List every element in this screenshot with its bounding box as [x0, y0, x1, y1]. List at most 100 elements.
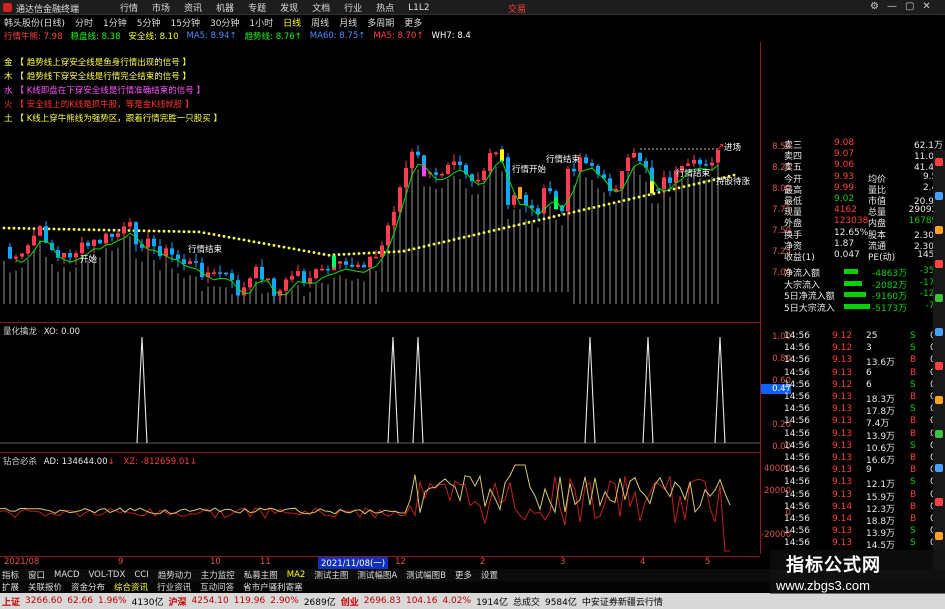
- sidebar-tool-icon[interactable]: [935, 294, 943, 302]
- extension-tab[interactable]: 综合资讯: [114, 581, 148, 593]
- indicator-tab[interactable]: CCI: [134, 570, 148, 580]
- candle-body: [218, 272, 222, 274]
- candle-body: [632, 152, 636, 158]
- indicator-tab[interactable]: MACD: [54, 570, 79, 580]
- period-tab[interactable]: 15分钟: [171, 16, 200, 29]
- sidebar-tool-icon[interactable]: [935, 464, 943, 472]
- trade-row[interactable]: 14:569.139B0: [782, 465, 945, 476]
- period-tab[interactable]: 周线: [311, 16, 329, 29]
- menu-item[interactable]: L1L2: [408, 3, 429, 13]
- safety-dot: [247, 239, 251, 243]
- indicator-tab[interactable]: 测试主图: [314, 569, 348, 581]
- safety-dot: [287, 246, 291, 250]
- minimize-icon[interactable]: —: [887, 1, 897, 12]
- settings-icon[interactable]: ⚙: [870, 1, 879, 12]
- trade-row[interactable]: 14:569.1314.5万S0: [782, 538, 945, 551]
- safety-dot: [172, 230, 176, 233]
- indicator-tab[interactable]: MA2: [287, 570, 306, 580]
- trade-row[interactable]: 14:569.1317.8万S0: [782, 404, 945, 417]
- trade-row[interactable]: 14:569.123S0: [782, 343, 945, 354]
- sidebar-tool-icon[interactable]: [935, 362, 943, 370]
- trade-row[interactable]: 14:569.1418.8万B0: [782, 514, 945, 527]
- trade-row[interactable]: 14:569.1313.9万S0: [782, 526, 945, 539]
- menu-item[interactable]: 文档: [312, 1, 330, 14]
- period-tab[interactable]: 分时: [75, 16, 93, 29]
- trade-row[interactable]: 14:569.1315.9万B0: [782, 490, 945, 503]
- trade-row[interactable]: 14:569.1318.3万B0: [782, 392, 945, 405]
- sidebar-tool-icon[interactable]: [935, 396, 943, 404]
- sidebar-tool-icon[interactable]: [935, 226, 943, 234]
- trade-button[interactable]: 交易: [508, 2, 526, 15]
- fund-flow-row: 大宗流入 -2082万 -17%: [782, 278, 945, 291]
- menu-item[interactable]: 行情: [120, 1, 138, 14]
- indicator-tab[interactable]: 设置: [481, 569, 498, 581]
- chart-annotation: 行情结束: [188, 244, 223, 255]
- chart-gap: [380, 292, 570, 314]
- extension-tab[interactable]: 关联报价: [28, 581, 62, 593]
- extension-tab[interactable]: 资金分布: [71, 581, 105, 593]
- safety-dot: [242, 238, 246, 242]
- sidebar-tool-icon[interactable]: [935, 498, 943, 506]
- safety-dot: [507, 225, 511, 229]
- close-icon[interactable]: ✕: [922, 1, 930, 12]
- trade-row[interactable]: 14:569.1310.6万S0: [782, 441, 945, 454]
- menu-item[interactable]: 机器: [216, 1, 234, 14]
- indicator-tab[interactable]: 测试幅图A: [357, 569, 397, 581]
- status-field: 104.16: [405, 596, 438, 606]
- trade-row[interactable]: 14:569.1225S0: [782, 331, 945, 342]
- indicator-tab[interactable]: 私募主图: [244, 569, 278, 581]
- period-tab[interactable]: 月线: [339, 16, 357, 29]
- safety-dot: [357, 252, 361, 255]
- maximize-icon[interactable]: ▢: [905, 1, 914, 12]
- sub1-title: 量化擒龙 XO: 0.00: [3, 327, 81, 337]
- indicator-tab[interactable]: VOL-TDX: [89, 570, 126, 580]
- trade-time: 14:56: [784, 538, 810, 549]
- trade-row[interactable]: 14:569.1313.6万B0: [782, 355, 945, 368]
- trade-row[interactable]: 14:569.1313.9万B0: [782, 429, 945, 442]
- sidebar-tool-icon[interactable]: [935, 532, 943, 540]
- sub-chart-kill[interactable]: 钻合必杀 AD: 134644.00↓ XZ: -812659.01↓: [0, 452, 760, 556]
- trade-volume: 15.9万: [866, 492, 896, 503]
- menu-item[interactable]: 专题: [248, 1, 266, 14]
- safety-dot: [532, 219, 536, 223]
- sidebar-tool-icon[interactable]: [935, 158, 943, 166]
- menu-item[interactable]: 行业: [344, 1, 362, 14]
- period-tab[interactable]: 5分钟: [137, 16, 161, 29]
- indicator-tab[interactable]: 趋势动力: [158, 569, 192, 581]
- period-tab[interactable]: 多周期: [367, 16, 394, 29]
- candle-body: [104, 233, 108, 244]
- trade-row[interactable]: 14:569.1316.6万B0: [782, 453, 945, 466]
- indicator-tab[interactable]: 测试幅图B: [406, 569, 446, 581]
- period-tab[interactable]: 30分钟: [210, 16, 239, 29]
- sidebar-tool-icon[interactable]: [935, 192, 943, 200]
- sub-chart-quant[interactable]: 量化擒龙 XO: 0.00: [0, 322, 760, 450]
- period-tab[interactable]: 1小时: [249, 16, 273, 29]
- sidebar-tool-icon[interactable]: [935, 328, 943, 336]
- trade-time: 14:56: [784, 477, 810, 488]
- indicator-tab[interactable]: 更多: [455, 569, 472, 581]
- trade-row[interactable]: 14:569.137.4万B0: [782, 416, 945, 429]
- safety-dot: [422, 245, 426, 248]
- safety-dot: [212, 233, 216, 236]
- extension-tab[interactable]: 互动问答: [200, 581, 234, 593]
- extension-tab[interactable]: 行业资讯: [157, 581, 191, 593]
- menu-item[interactable]: 热点: [376, 1, 394, 14]
- trade-row[interactable]: 14:569.136B0: [782, 368, 945, 379]
- trade-row[interactable]: 14:569.126S0: [782, 380, 945, 391]
- menu-item[interactable]: 资讯: [184, 1, 202, 14]
- period-tab[interactable]: 1分钟: [103, 16, 127, 29]
- indicator-tab[interactable]: 指标: [2, 569, 19, 581]
- indicator-tab[interactable]: 主力监控: [201, 569, 235, 581]
- trade-row[interactable]: 14:569.1312.1万S0: [782, 477, 945, 490]
- period-tab[interactable]: 更多: [404, 16, 422, 29]
- period-tab[interactable]: 日线: [283, 16, 301, 29]
- menu-item[interactable]: 发现: [280, 1, 298, 14]
- indicator-tab[interactable]: 窗口: [28, 569, 45, 581]
- sidebar-tool-icon[interactable]: [935, 430, 943, 438]
- trade-row[interactable]: 14:569.1412.3万B0: [782, 502, 945, 515]
- extension-tab[interactable]: 扩展: [2, 581, 19, 593]
- extension-tab[interactable]: 省市户骚利寄塞: [243, 581, 303, 593]
- sidebar-tool-icon[interactable]: [935, 260, 943, 268]
- menu-item[interactable]: 市场: [152, 1, 170, 14]
- safety-dot: [712, 178, 716, 182]
